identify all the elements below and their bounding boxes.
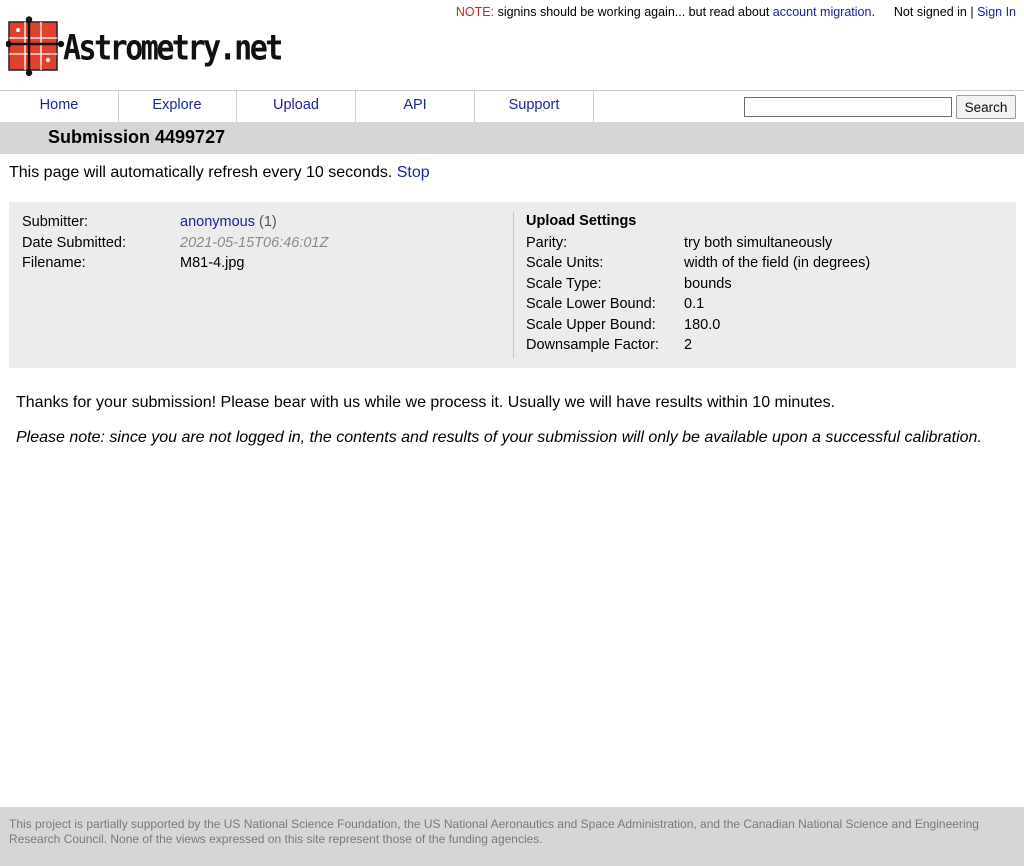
settings-label: Scale Units: <box>526 255 604 271</box>
account-migration-link[interactable]: account migration <box>773 5 872 19</box>
search-button[interactable]: Search <box>956 95 1016 119</box>
search-input[interactable] <box>744 97 952 117</box>
nav-api[interactable]: API <box>356 91 475 122</box>
note-label: NOTE: <box>455 5 495 19</box>
settings-value: width of the field (in degrees) <box>684 255 871 271</box>
note-text: signins should be working again... but r… <box>497 5 770 19</box>
settings-value: 0.1 <box>684 296 705 312</box>
submitter-count: (1) <box>259 214 277 230</box>
settings-label: Parity: <box>526 234 568 251</box>
stop-refresh-link[interactable]: Stop <box>397 164 430 181</box>
column-divider <box>513 212 514 358</box>
note-end: . <box>871 5 875 19</box>
nav-home[interactable]: Home <box>0 91 119 122</box>
nav-support[interactable]: Support <box>475 91 594 122</box>
thanks-message: Thanks for your submission! Please bear … <box>16 394 836 411</box>
settings-row: Scale Upper Bound: 180.0 <box>526 315 1006 336</box>
refresh-text: This page will automatically refresh eve… <box>9 164 393 181</box>
settings-value: 180.0 <box>684 316 721 333</box>
filename-row: Filename: M81-4.jpg <box>22 253 502 274</box>
submitter-row: Submitter: anonymous (1) <box>22 212 502 233</box>
settings-row: Scale Units: width of the field (in degr… <box>526 253 1006 274</box>
submitter-link[interactable]: anonymous <box>180 214 255 230</box>
date-row: Date Submitted: 2021-05-15T06:46:01Z <box>22 233 502 254</box>
signed-status: Not signed in | <box>893 5 974 19</box>
settings-row: Scale Lower Bound: 0.1 <box>526 294 1006 315</box>
date-label: Date Submitted: <box>22 234 126 251</box>
login-note: Please note: since you are not logged in… <box>16 429 982 446</box>
sign-in-link[interactable]: Sign In <box>977 5 1016 19</box>
settings-label: Downsample Factor: <box>526 337 659 353</box>
date-value: 2021-05-15T06:46:01Z <box>180 234 329 251</box>
submitter-label: Submitter: <box>22 214 89 230</box>
settings-label: Scale Type: <box>526 275 602 292</box>
upload-settings-heading: Upload Settings <box>526 213 637 229</box>
settings-value: bounds <box>684 275 732 292</box>
submission-info-box: Submitter: anonymous (1) Date Submitted:… <box>9 202 1016 368</box>
title-band: Submission 4499727 <box>0 122 1024 154</box>
settings-label: Scale Upper Bound: <box>526 316 656 333</box>
logo-text: Astrometry.net <box>63 28 283 69</box>
filename-label: Filename: <box>22 255 86 271</box>
settings-row: Parity: try both simultaneously <box>526 233 1006 254</box>
refresh-notice: This page will automatically refresh eve… <box>9 164 430 182</box>
main-nav: Home Explore Upload API Support Search <box>0 90 1024 122</box>
settings-row: Scale Type: bounds <box>526 274 1006 295</box>
settings-value: try both simultaneously <box>684 234 833 251</box>
nav-upload[interactable]: Upload <box>237 91 356 122</box>
nav-explore[interactable]: Explore <box>118 91 237 122</box>
top-notice: NOTE: signins should be working again...… <box>456 5 1016 19</box>
site-logo[interactable]: Astrometry.net <box>6 16 283 78</box>
settings-label: Scale Lower Bound: <box>526 296 656 312</box>
settings-row: Downsample Factor: 2 <box>526 335 1006 356</box>
settings-value: 2 <box>684 337 693 353</box>
filename-value: M81-4.jpg <box>180 255 245 271</box>
page-title: Submission 4499727 <box>48 127 226 147</box>
logo-grid-icon <box>6 16 65 76</box>
footer: This project is partially supported by t… <box>0 807 1024 866</box>
